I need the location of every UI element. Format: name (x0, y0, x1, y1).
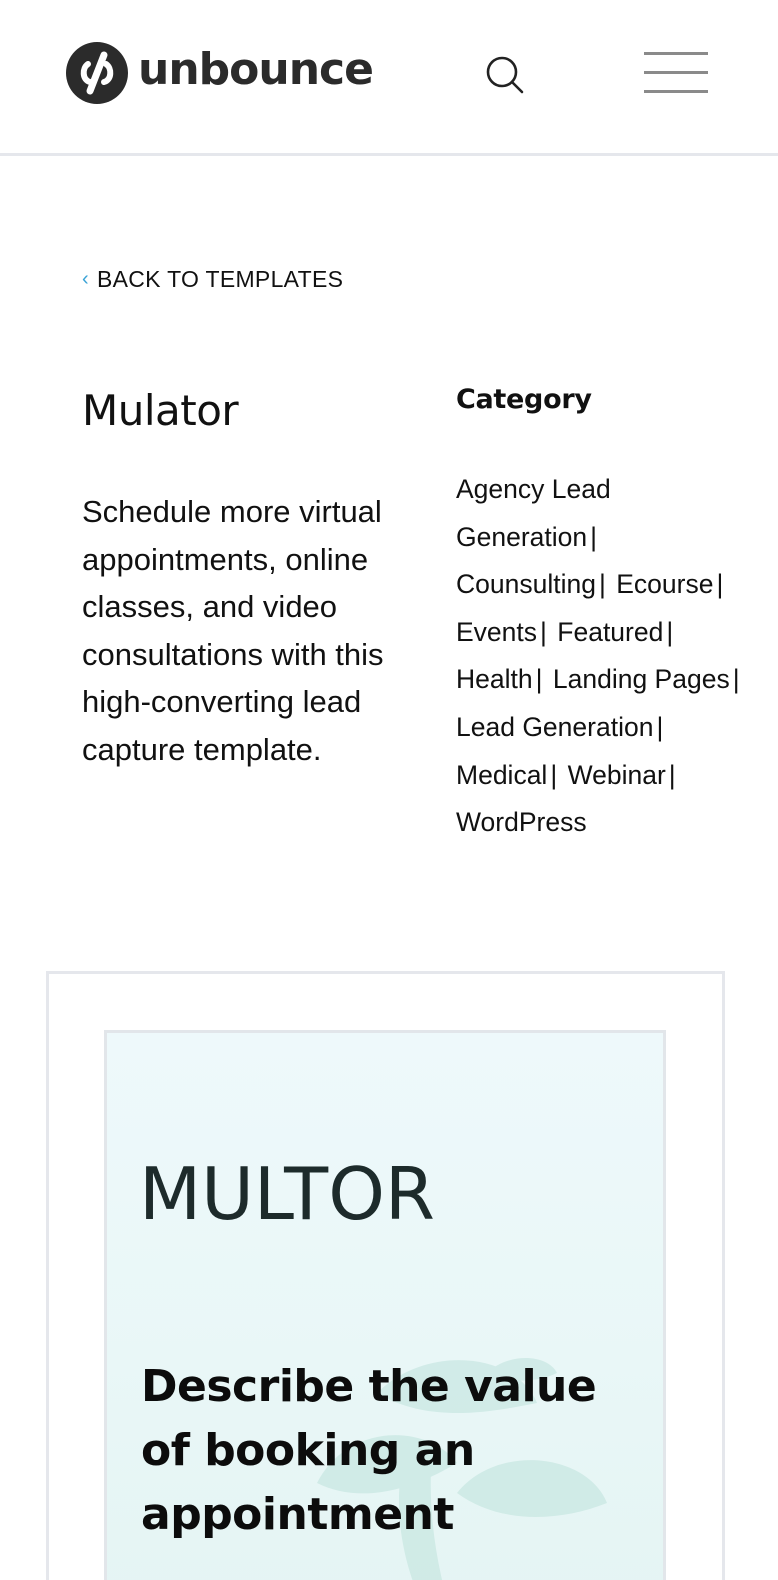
category-link[interactable]: Webinar (568, 760, 666, 790)
unbounce-logo-mark-icon (66, 42, 128, 104)
category-link[interactable]: Lead Generation (456, 712, 653, 742)
category-separator: | (550, 759, 558, 790)
category-link[interactable]: Featured (557, 617, 663, 647)
template-preview[interactable]: MULTOR Describe the value of booking an … (104, 1030, 666, 1580)
chevron-left-icon: ‹ (82, 268, 89, 290)
category-link[interactable]: Ecourse (616, 569, 713, 599)
hamburger-menu-button[interactable] (644, 50, 710, 98)
logo-wordmark: unbounce (138, 44, 374, 95)
back-link-label: BACK TO TEMPLATES (96, 266, 344, 292)
template-description: Schedule more virtual appointments, onli… (82, 494, 384, 767)
category-separator: | (656, 711, 664, 742)
category-link[interactable]: Medical (456, 760, 547, 790)
site-header: unbounce (0, 0, 778, 156)
category-separator: | (668, 759, 676, 790)
category-separator: | (540, 616, 547, 647)
category-separator: | (716, 569, 724, 600)
back-to-templates-link[interactable]: ‹ BACK TO TEMPLATES (82, 266, 343, 293)
category-heading: Category (456, 384, 592, 415)
category-link[interactable]: Health (456, 664, 533, 694)
category-link[interactable]: WordPress (456, 807, 587, 837)
svg-text:MULTOR: MULTOR (139, 1155, 435, 1225)
template-title: Mulator (82, 386, 239, 435)
category-link[interactable]: Landing Pages (553, 664, 730, 694)
multor-brand-logo: MULTOR (139, 1155, 435, 1225)
hamburger-menu-icon (644, 52, 708, 55)
category-separator: | (598, 569, 606, 600)
search-icon (486, 56, 524, 94)
category-link[interactable]: Counsulting (456, 569, 596, 599)
preview-headline: Describe the value of booking an appoint… (141, 1361, 597, 1540)
category-separator: | (535, 664, 543, 695)
category-list: Agency Lead Generation | Counsulting | Eco… (456, 466, 756, 847)
category-link[interactable]: Events (456, 617, 537, 647)
category-separator: | (732, 664, 740, 695)
search-button[interactable] (482, 52, 528, 98)
category-link[interactable]: Agency Lead Generation (456, 474, 611, 552)
unbounce-logo[interactable]: unbounce (66, 42, 374, 104)
category-separator: | (590, 521, 598, 552)
category-separator: | (666, 616, 674, 647)
